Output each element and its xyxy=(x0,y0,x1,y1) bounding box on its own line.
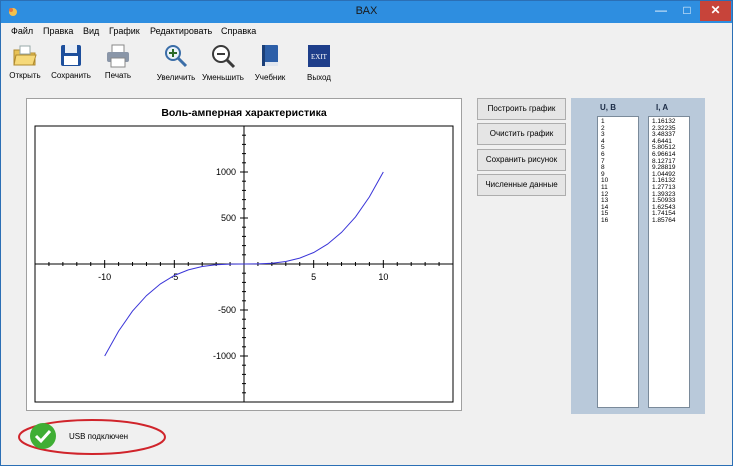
x-tick-label: 5 xyxy=(311,272,316,282)
exit-icon-text: EXIT xyxy=(311,53,328,61)
folder-open-icon xyxy=(13,45,37,66)
u-value-item[interactable]: 5 xyxy=(601,145,638,152)
numeric-data-button[interactable]: Численные данные xyxy=(477,174,566,196)
zoom-out-button[interactable]: Уменьшить xyxy=(200,43,246,91)
menu-help[interactable]: Справка xyxy=(221,26,256,36)
u-value-item[interactable]: 6 xyxy=(601,151,638,159)
zoom-in-button[interactable]: Увеличить xyxy=(153,43,199,91)
window-title: ВАХ xyxy=(355,5,378,17)
y-tick-label: -1000 xyxy=(213,351,236,361)
y-tick-label: -500 xyxy=(218,305,236,315)
manual-button[interactable]: Учебник xyxy=(247,43,293,91)
y-tick-label: 1000 xyxy=(216,167,236,177)
u-value-item[interactable]: 7 xyxy=(601,158,638,166)
zoom-in-icon xyxy=(165,45,188,68)
print-button[interactable]: Печать xyxy=(95,43,141,91)
menu-graph[interactable]: График xyxy=(109,26,140,36)
menu-redact[interactable]: Редактировать xyxy=(150,26,212,36)
book-icon xyxy=(262,45,278,66)
usb-status-text: USB подключен xyxy=(69,432,129,441)
menu-edit[interactable]: Правка xyxy=(43,26,73,36)
u-value-item[interactable]: 4 xyxy=(601,138,638,146)
x-tick-label: -10 xyxy=(98,272,111,282)
floppy-disk-icon xyxy=(61,45,81,66)
exit-button[interactable]: EXIT Выход xyxy=(296,43,342,91)
open-button[interactable]: Открыть xyxy=(2,43,48,91)
minimize-button[interactable]: — xyxy=(647,1,675,21)
u-column-header: U, В xyxy=(600,103,616,112)
u-value-item[interactable]: 3 xyxy=(601,132,638,139)
data-panel: U, В I, A 1 2 3 4 5 6 7 8 9 10 11 12 13 14 15 16 1.1613… xyxy=(571,98,705,414)
x-tick-label: 10 xyxy=(378,272,388,282)
title-bar[interactable]: ВАХ — □ ✕ xyxy=(1,1,732,23)
y-tick-label: 500 xyxy=(221,213,236,223)
printer-icon xyxy=(107,44,129,68)
close-button[interactable]: ✕ xyxy=(700,1,731,21)
exit-icon: EXIT xyxy=(308,45,330,67)
print-label: Печать xyxy=(104,71,132,80)
i-column-header: I, A xyxy=(656,103,669,112)
maximize-button[interactable]: □ xyxy=(673,1,701,21)
u-value-item[interactable]: 2 xyxy=(601,125,638,133)
save-picture-button[interactable]: Сохранить рисунок xyxy=(477,149,566,171)
menu-file[interactable]: Файл xyxy=(11,26,33,36)
i-value-item[interactable]: 1.85764 xyxy=(652,217,689,225)
check-icon xyxy=(30,423,56,449)
menu-bar: Файл Правка Вид График Редактировать Спр… xyxy=(1,24,732,40)
toolbar: Открыть Сохранить Печать Увеличить Умень… xyxy=(1,41,732,93)
status-area: USB подключен xyxy=(16,417,176,457)
build-graph-button[interactable]: Построить график xyxy=(477,98,566,120)
menu-view[interactable]: Вид xyxy=(83,26,99,36)
i-values-list[interactable]: 1.16132 2.32235 3.48337 4.6441 5.80512 6.9661… xyxy=(648,116,690,408)
u-values-list[interactable]: 1 2 3 4 5 6 7 8 9 10 11 12 13 14 15 16 xyxy=(597,116,639,408)
vah-chart: -10 -5 5 101000500-500-1000Воль-амперная ха… xyxy=(34,107,454,403)
clear-graph-button[interactable]: Очистить график xyxy=(477,123,566,145)
exit-label: Выход xyxy=(307,73,331,82)
u-value-item[interactable]: 16 xyxy=(601,217,638,225)
save-button[interactable]: Сохранить xyxy=(48,43,94,91)
chart-title: Воль-амперная характеристика xyxy=(161,107,327,119)
u-value-item[interactable]: 1 xyxy=(601,118,638,126)
chart-area[interactable]: -10 -5 5 10 1000 500 -500 -1000 Воль-амперная ха… xyxy=(26,98,462,411)
app-window: ВАХ — □ ✕ Файл Правка Вид График Редакти… xyxy=(0,0,733,466)
u-value-item[interactable]: 8 xyxy=(601,165,638,172)
zoom-out-icon xyxy=(212,45,236,69)
